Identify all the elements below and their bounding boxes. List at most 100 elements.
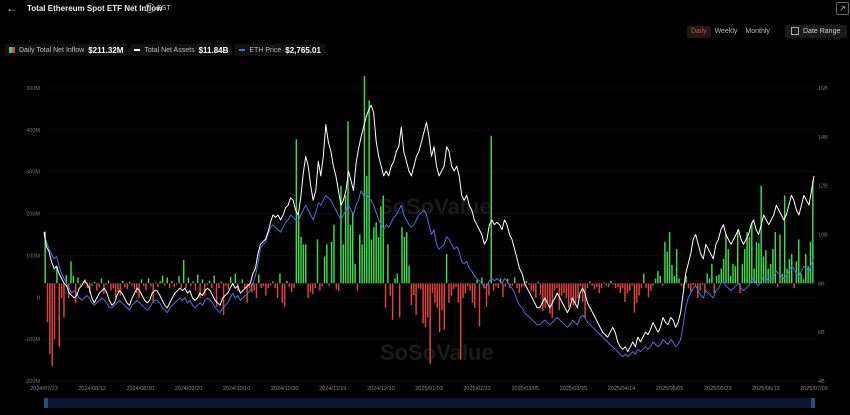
inflow-bar [173, 283, 176, 288]
inflow-bar [471, 283, 474, 303]
inflow-bar [574, 283, 577, 303]
inflow-bar [546, 283, 549, 303]
inflow-bar [384, 283, 387, 308]
inflow-bar [614, 283, 617, 289]
inflow-bar [605, 283, 607, 286]
inflow-bar [302, 244, 305, 284]
inflow-bar [774, 232, 776, 284]
inflow-bar [748, 236, 751, 284]
inflow-bar [187, 277, 190, 284]
inflow-bar [591, 283, 593, 286]
inflow-bar [49, 283, 51, 355]
inflow-bar [204, 283, 206, 296]
inflow-bar [678, 278, 680, 284]
inflow-bar [356, 283, 359, 291]
inflow-bar [293, 283, 295, 289]
navigator-right-handle[interactable] [811, 398, 815, 408]
inflow-bar [265, 283, 267, 296]
inflow-bar [436, 283, 438, 308]
navigator-left-handle[interactable] [44, 398, 48, 408]
inflow-bar [192, 281, 194, 284]
y-right-tick-label: 8B [818, 281, 825, 287]
inflow-bar [387, 244, 389, 284]
inflow-bar [391, 283, 394, 320]
inflow-bar [422, 283, 424, 324]
inflow-bar [734, 266, 737, 284]
inflow-bar [802, 279, 805, 284]
inflow-bar [100, 278, 103, 284]
inflow-bar [335, 283, 337, 290]
inflow-bar [596, 283, 598, 288]
inflow-bar [258, 274, 260, 284]
inflow-bar [438, 283, 441, 333]
inflow-bar [323, 256, 326, 284]
inflow-bar [403, 236, 406, 284]
inflow-bar [699, 283, 701, 291]
inflow-bar [98, 283, 100, 288]
y-left-tick-label: -200M [24, 379, 40, 385]
x-tick-label: 2025/06/13 [752, 386, 780, 392]
inflow-bar [225, 283, 227, 286]
y-right-tick-label: 14B [818, 135, 828, 141]
inflow-bar [800, 273, 802, 284]
inflow-bar [600, 283, 603, 289]
inflow-bar [431, 283, 434, 294]
inflow-bar [46, 283, 49, 323]
inflow-bar [159, 281, 161, 284]
inflow-bar [488, 283, 490, 296]
inflow-bar [443, 283, 445, 330]
inflow-bar [396, 273, 399, 284]
y-right-tick-label: 4B [818, 379, 825, 385]
inflow-bar [504, 283, 507, 287]
eth-price-line [43, 190, 815, 358]
inflow-bar [150, 283, 152, 287]
inflow-bar [420, 283, 422, 290]
inflow-bar [729, 276, 732, 284]
inflow-bar [260, 283, 262, 289]
inflow-bar [72, 276, 75, 284]
inflow-bar [516, 283, 518, 289]
y-right-tick-label: 16B [818, 86, 828, 92]
inflow-bar [760, 185, 762, 284]
inflow-bar [349, 224, 352, 284]
inflow-bar [112, 283, 114, 289]
inflow-bar [227, 283, 230, 290]
inflow-bar [199, 283, 201, 298]
inflow-bar [793, 283, 795, 289]
inflow-bar [93, 281, 96, 284]
inflow-bar [347, 121, 349, 284]
inflow-bar [197, 274, 199, 284]
inflow-bar [758, 243, 760, 284]
inflow-bar [366, 175, 368, 284]
inflow-bar [511, 283, 514, 286]
inflow-bar [720, 268, 722, 284]
inflow-chart[interactable]: 300M 400M 300M 200M 100M 0 -100M -200M 16B 14B 12B… [0, 0, 850, 415]
inflow-bar [621, 283, 624, 289]
inflow-bar [269, 283, 272, 286]
inflow-bar [128, 281, 131, 284]
inflow-bar [640, 283, 643, 289]
inflow-bar [565, 283, 568, 298]
inflow-bar [131, 283, 133, 286]
inflow-bar [218, 283, 220, 289]
y-left-tick-label: 300M [26, 86, 40, 92]
inflow-bar [328, 283, 330, 286]
inflow-bar [91, 283, 93, 286]
inflow-bar [333, 224, 335, 284]
range-navigator[interactable] [44, 398, 815, 408]
inflow-bar [502, 283, 504, 297]
inflow-bar [124, 283, 126, 288]
x-tick-label: 2024/10/30 [271, 386, 299, 392]
inflow-bar [297, 214, 300, 284]
inflow-bar [394, 278, 396, 284]
inflow-bar [157, 283, 159, 288]
y-left-tick-label: 200M [26, 212, 40, 218]
inflow-bar [398, 283, 401, 318]
inflow-bar [413, 283, 415, 296]
inflow-bar [215, 283, 218, 307]
inflow-bar [490, 135, 492, 284]
inflow-bar [755, 241, 758, 284]
inflow-bar [668, 232, 671, 284]
inflow-bar [319, 283, 321, 291]
inflow-bar [53, 283, 56, 339]
